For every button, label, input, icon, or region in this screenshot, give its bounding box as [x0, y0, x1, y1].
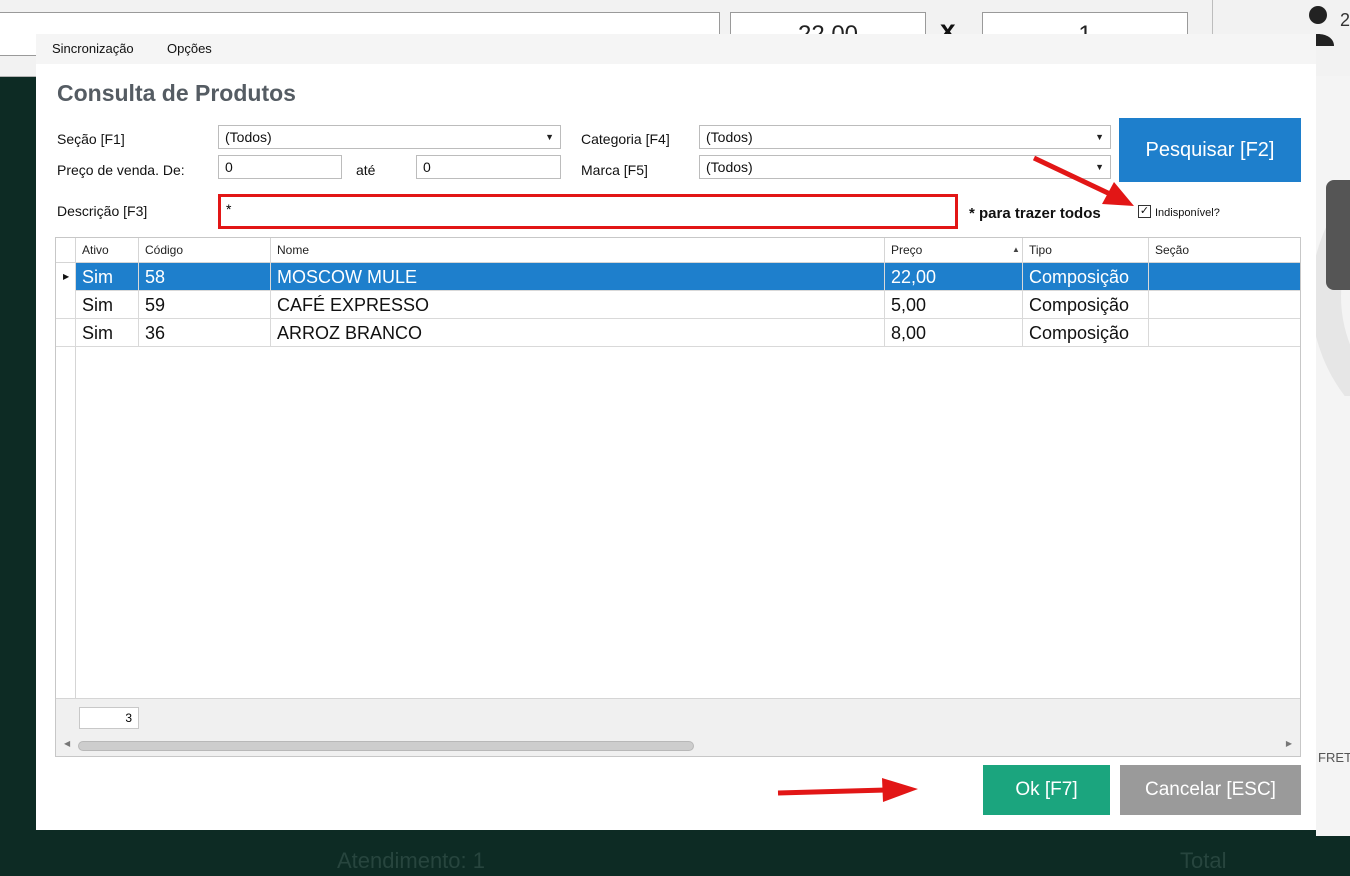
- scroll-right-icon[interactable]: ▶: [1286, 739, 1292, 748]
- cell-tipo: Composição: [1023, 291, 1149, 319]
- footer-attendance: Atendimento: 1: [337, 848, 485, 873]
- chevron-down-icon: ▼: [545, 132, 554, 142]
- secao-select[interactable]: (Todos) ▼: [218, 125, 561, 149]
- descricao-input[interactable]: *: [218, 194, 958, 229]
- column-header-ativo[interactable]: Ativo: [76, 238, 139, 262]
- menu-opcoes[interactable]: Opções: [167, 41, 212, 56]
- row-pointer-icon: ▶: [63, 272, 70, 281]
- chevron-down-icon: ▼: [1095, 132, 1104, 142]
- column-header-nome[interactable]: Nome: [271, 238, 885, 262]
- categoria-selected-value: (Todos): [706, 129, 753, 145]
- cell-secao: [1149, 263, 1300, 291]
- footer-total: Total: [1180, 848, 1227, 873]
- annotation-arrow-icon: [1032, 155, 1134, 206]
- annotation-arrow-icon: [777, 778, 918, 802]
- column-header-preco[interactable]: Preço: [885, 238, 1023, 262]
- cell-nome: ARROZ BRANCO: [271, 319, 885, 347]
- indisponivel-label: Indisponível?: [1155, 207, 1220, 219]
- grid-header: Ativo Código Nome Preço ▲ Tipo Seção: [56, 238, 1300, 263]
- background-side-text: FRET: [1318, 750, 1350, 765]
- background-footer: Atendimento: 1 Total: [0, 840, 1350, 876]
- table-row[interactable]: Sim 36 ARROZ BRANCO 8,00 Composição: [56, 319, 1300, 347]
- background-user-count: 2: [1340, 10, 1350, 30]
- record-count: 3: [79, 707, 139, 729]
- cell-codigo: 59: [139, 291, 271, 319]
- search-button[interactable]: Pesquisar [F2]: [1119, 118, 1301, 182]
- table-row[interactable]: Sim 59 CAFÉ EXPRESSO 5,00 Composição: [56, 291, 1300, 319]
- cell-nome: CAFÉ EXPRESSO: [271, 291, 885, 319]
- cell-secao: [1149, 319, 1300, 347]
- preco-de-input[interactable]: 0: [218, 155, 342, 179]
- cell-tipo: Composição: [1023, 263, 1149, 291]
- ok-button[interactable]: Ok [F7]: [983, 765, 1110, 815]
- cancel-button[interactable]: Cancelar [ESC]: [1120, 765, 1301, 815]
- categoria-select[interactable]: (Todos) ▼: [699, 125, 1111, 149]
- background-side-tab: [1326, 180, 1350, 290]
- preco-ate-label: até: [356, 162, 376, 178]
- product-search-dialog: Sincronização Opções Consulta de Produto…: [36, 34, 1316, 830]
- cell-codigo: 36: [139, 319, 271, 347]
- cell-ativo: Sim: [76, 291, 139, 319]
- column-header-tipo[interactable]: Tipo: [1023, 238, 1149, 262]
- row-selector: ▶: [56, 263, 76, 291]
- menu-sincronizacao[interactable]: Sincronização: [52, 41, 134, 56]
- scrollbar-thumb[interactable]: [78, 741, 694, 751]
- cell-ativo: Sim: [76, 263, 139, 291]
- cell-ativo: Sim: [76, 319, 139, 347]
- table-row[interactable]: ▶ Sim 58 MOSCOW MULE 22,00 Composição: [56, 263, 1300, 291]
- column-header-secao[interactable]: Seção: [1149, 238, 1300, 262]
- cell-tipo: Composição: [1023, 319, 1149, 347]
- preco-de-label: Preço de venda. De:: [57, 162, 185, 178]
- descricao-label: Descrição [F3]: [57, 203, 148, 219]
- grid-footer: 3: [56, 698, 1300, 737]
- secao-selected-value: (Todos): [225, 129, 272, 145]
- row-selector: [56, 291, 76, 319]
- dialog-title: Consulta de Produtos: [57, 80, 296, 106]
- cell-preco: 22,00: [885, 263, 1023, 291]
- grid-header-corner: [56, 238, 76, 262]
- products-grid: Ativo Código Nome Preço ▲ Tipo Seção ▶ S…: [55, 237, 1301, 757]
- cell-preco: 5,00: [885, 291, 1023, 319]
- column-header-codigo[interactable]: Código: [139, 238, 271, 262]
- categoria-label: Categoria [F4]: [581, 131, 670, 147]
- cell-preco: 8,00: [885, 319, 1023, 347]
- cell-codigo: 58: [139, 263, 271, 291]
- row-selector: [56, 319, 76, 347]
- sort-ascending-icon: ▲: [1012, 245, 1020, 254]
- marca-label: Marca [F5]: [581, 162, 648, 178]
- secao-label: Seção [F1]: [57, 131, 125, 147]
- marca-selected-value: (Todos): [706, 159, 753, 175]
- horizontal-scrollbar[interactable]: ◀ ▶: [56, 736, 1300, 756]
- menu-bar: Sincronização Opções: [36, 34, 1316, 64]
- cell-secao: [1149, 291, 1300, 319]
- scroll-left-icon[interactable]: ◀: [64, 739, 70, 748]
- preco-ate-input[interactable]: 0: [416, 155, 561, 179]
- cell-nome: MOSCOW MULE: [271, 263, 885, 291]
